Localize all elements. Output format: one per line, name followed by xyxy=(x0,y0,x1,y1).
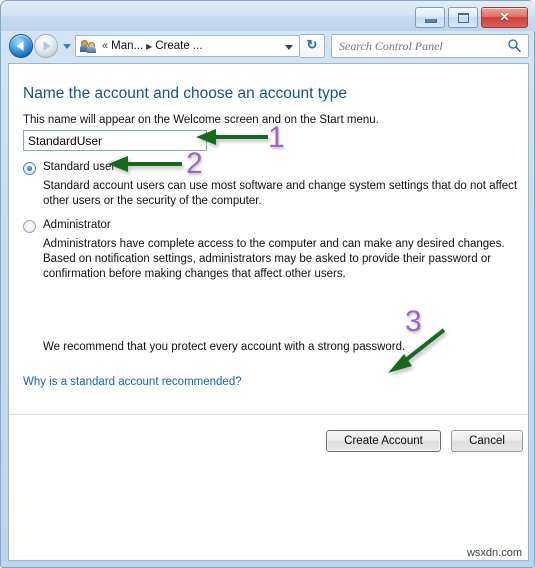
refresh-icon: ↻ xyxy=(306,37,318,52)
standard-user-description: Standard account users can use most soft… xyxy=(43,180,518,207)
account-name-input[interactable] xyxy=(24,131,206,150)
content-pane: Name the account and choose an account t… xyxy=(8,63,529,561)
close-icon: ✕ xyxy=(499,10,510,24)
standard-account-help-link[interactable]: Why is a standard account recommended? xyxy=(23,376,242,388)
maximize-button[interactable] xyxy=(448,7,478,28)
create-account-button[interactable]: Create Account xyxy=(325,429,442,453)
standard-user-label: Standard user xyxy=(43,161,116,173)
password-recommendation: We recommend that you protect every acco… xyxy=(43,341,406,353)
administrator-label: Administrator xyxy=(43,219,111,231)
search-icon xyxy=(508,39,521,53)
back-arrow-icon xyxy=(16,41,24,51)
breadcrumb-overflow[interactable]: « xyxy=(102,40,108,52)
search-input[interactable] xyxy=(332,37,501,55)
recent-pages-chevron-down-icon[interactable] xyxy=(63,43,71,49)
explorer-window: ✕ « Man... ▶ Create ... ↻ Search Control… xyxy=(0,0,535,568)
account-name-field[interactable] xyxy=(23,130,207,151)
search-box[interactable] xyxy=(331,34,529,58)
administrator-radio[interactable] xyxy=(23,220,36,233)
minimize-icon xyxy=(425,19,437,23)
forward-arrow-icon xyxy=(43,41,51,51)
breadcrumb-chevron-down-icon[interactable] xyxy=(285,45,293,50)
page-title: Name the account and choose an account t… xyxy=(23,85,347,102)
breadcrumb-item-create[interactable]: Create ... xyxy=(155,40,202,52)
breadcrumb-separator-icon: ▶ xyxy=(146,41,153,51)
refresh-button[interactable]: ↻ xyxy=(300,34,325,58)
standard-user-radio[interactable] xyxy=(23,162,36,175)
maximize-icon xyxy=(458,13,469,23)
window-controls: ✕ xyxy=(415,7,528,28)
cancel-button[interactable]: Cancel xyxy=(451,430,523,452)
navigation-toolbar: « Man... ▶ Create ... ↻ xyxy=(7,32,530,60)
close-button[interactable]: ✕ xyxy=(481,7,528,28)
user-accounts-icon xyxy=(80,38,96,54)
forward-button xyxy=(34,34,58,58)
minimize-button[interactable] xyxy=(415,7,445,28)
administrator-description: Administrators have complete access to t… xyxy=(43,238,505,280)
breadcrumb[interactable]: « Man... ▶ Create ... xyxy=(75,35,300,57)
footer-divider xyxy=(10,414,528,415)
back-button[interactable] xyxy=(9,34,33,58)
breadcrumb-item-manage[interactable]: Man... xyxy=(111,40,143,52)
page-subtitle: This name will appear on the Welcome scr… xyxy=(23,114,379,126)
watermark: wsxdn.com xyxy=(466,547,522,559)
